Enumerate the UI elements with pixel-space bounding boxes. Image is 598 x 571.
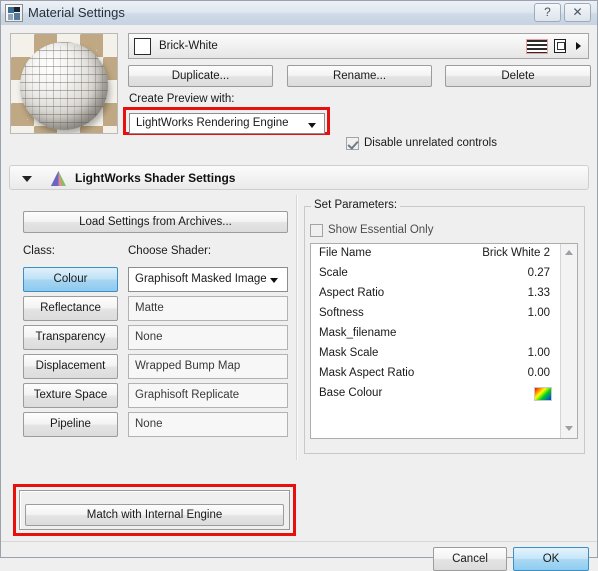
parameter-list-scrollbar[interactable] <box>560 244 577 438</box>
close-button[interactable]: ✕ <box>564 3 591 22</box>
class-button-transparency[interactable]: Transparency <box>23 325 118 350</box>
class-button-colour[interactable]: Colour <box>23 267 118 292</box>
shader-value-transparency: None <box>135 331 163 343</box>
delete-button[interactable]: Delete <box>445 65 591 87</box>
class-column-label: Class: <box>23 245 55 257</box>
footer-separator <box>1 541 597 542</box>
rename-button[interactable]: Rename... <box>287 65 432 87</box>
parameter-row[interactable]: Aspect Ratio 1.33 <box>311 284 577 304</box>
dialog-body: Brick-White Duplicate... Rename... Delet… <box>1 25 597 571</box>
help-button[interactable]: ? <box>534 3 561 22</box>
material-app-icon <box>5 4 23 22</box>
create-preview-label: Create Preview with: <box>129 93 235 105</box>
parameter-value: 0.27 <box>527 267 550 279</box>
expand-arrow-icon[interactable] <box>576 42 581 50</box>
material-color-swatch <box>134 38 151 55</box>
ok-button[interactable]: OK <box>513 547 589 571</box>
rendering-engine-dropdown[interactable]: LightWorks Rendering Engine <box>129 113 325 134</box>
parameter-name: Aspect Ratio <box>319 287 385 299</box>
lightworks-logo-icon <box>50 170 67 187</box>
class-button-displacement[interactable]: Displacement <box>23 354 118 379</box>
panel-divider <box>296 195 298 460</box>
chevron-down-icon <box>308 123 316 128</box>
parameter-name: Softness <box>319 307 364 319</box>
parameter-row[interactable]: Base Colour <box>311 384 577 404</box>
parameter-name: Mask_filename <box>319 327 397 339</box>
parameter-row[interactable]: Softness 1.00 <box>311 304 577 324</box>
parameter-name: Mask Scale <box>319 347 379 359</box>
disable-unrelated-checkbox[interactable] <box>346 137 359 150</box>
shader-value-reflectance: Matte <box>135 302 164 314</box>
parameter-value: 1.00 <box>527 347 550 359</box>
shader-field-texture-space[interactable]: Graphisoft Replicate <box>128 383 288 408</box>
material-preview[interactable] <box>10 33 118 134</box>
title-bar: Material Settings ? ✕ <box>1 1 597 26</box>
chevron-down-icon <box>270 278 278 283</box>
parameter-name: Scale <box>319 267 348 279</box>
shader-settings-header[interactable]: LightWorks Shader Settings <box>9 165 589 190</box>
disable-unrelated-label: Disable unrelated controls <box>364 137 497 149</box>
parameter-value: 1.33 <box>527 287 550 299</box>
parameter-value: 0.00 <box>527 367 550 379</box>
parameter-row[interactable]: File Name Brick White 2 <box>311 244 577 264</box>
shader-value-colour: Graphisoft Masked Image <box>135 273 267 285</box>
shader-value-texture-space: Graphisoft Replicate <box>135 389 240 401</box>
show-essential-label: Show Essential Only <box>328 224 434 236</box>
shader-field-displacement[interactable]: Wrapped Bump Map <box>128 354 288 379</box>
base-colour-swatch[interactable] <box>534 387 552 401</box>
preview-sphere <box>20 42 108 130</box>
scroll-up-icon[interactable] <box>561 245 577 261</box>
shader-field-pipeline[interactable]: None <box>128 412 288 437</box>
show-essential-checkbox[interactable] <box>310 224 323 237</box>
parameter-name: Base Colour <box>319 387 383 399</box>
class-button-pipeline[interactable]: Pipeline <box>23 412 118 437</box>
material-name: Brick-White <box>159 40 218 52</box>
parameter-name: Mask Aspect Ratio <box>319 367 415 379</box>
parameter-name: File Name <box>319 247 372 259</box>
brick-pattern-icon[interactable] <box>526 39 548 54</box>
shader-settings-title: LightWorks Shader Settings <box>75 171 236 185</box>
shader-dropdown-colour[interactable]: Graphisoft Masked Image <box>128 267 288 292</box>
window-title: Material Settings <box>28 5 125 20</box>
cancel-button[interactable]: Cancel <box>433 547 507 571</box>
parameter-row[interactable]: Mask Scale 1.00 <box>311 344 577 364</box>
shader-field-reflectance[interactable]: Matte <box>128 296 288 321</box>
parameter-value: Brick White 2 <box>482 247 550 259</box>
shader-column-label: Choose Shader: <box>128 245 212 257</box>
material-settings-window: Material Settings ? ✕ Brick-White Duplic… <box>0 0 598 571</box>
document-icon[interactable] <box>554 39 566 53</box>
parameter-row[interactable]: Mask_filename <box>311 324 577 344</box>
parameter-list[interactable]: File Name Brick White 2 Scale 0.27 Aspec… <box>310 243 578 439</box>
set-parameters-label: Set Parameters: <box>311 199 401 211</box>
scroll-down-icon[interactable] <box>561 421 577 437</box>
collapse-triangle-icon[interactable] <box>22 176 32 182</box>
parameter-row[interactable]: Scale 0.27 <box>311 264 577 284</box>
load-settings-button[interactable]: Load Settings from Archives... <box>23 211 288 233</box>
class-button-reflectance[interactable]: Reflectance <box>23 296 118 321</box>
parameter-value: 1.00 <box>527 307 550 319</box>
class-button-texture-space[interactable]: Texture Space <box>23 383 118 408</box>
shader-value-displacement: Wrapped Bump Map <box>135 360 241 372</box>
material-name-bar[interactable]: Brick-White <box>128 33 589 59</box>
parameter-row[interactable]: Mask Aspect Ratio 0.00 <box>311 364 577 384</box>
shader-field-transparency[interactable]: None <box>128 325 288 350</box>
rendering-engine-value: LightWorks Rendering Engine <box>136 117 289 129</box>
brick-texture-offset <box>20 46 108 130</box>
duplicate-button[interactable]: Duplicate... <box>128 65 273 87</box>
shader-value-pipeline: None <box>135 418 163 430</box>
match-internal-engine-button[interactable]: Match with Internal Engine <box>25 504 284 526</box>
